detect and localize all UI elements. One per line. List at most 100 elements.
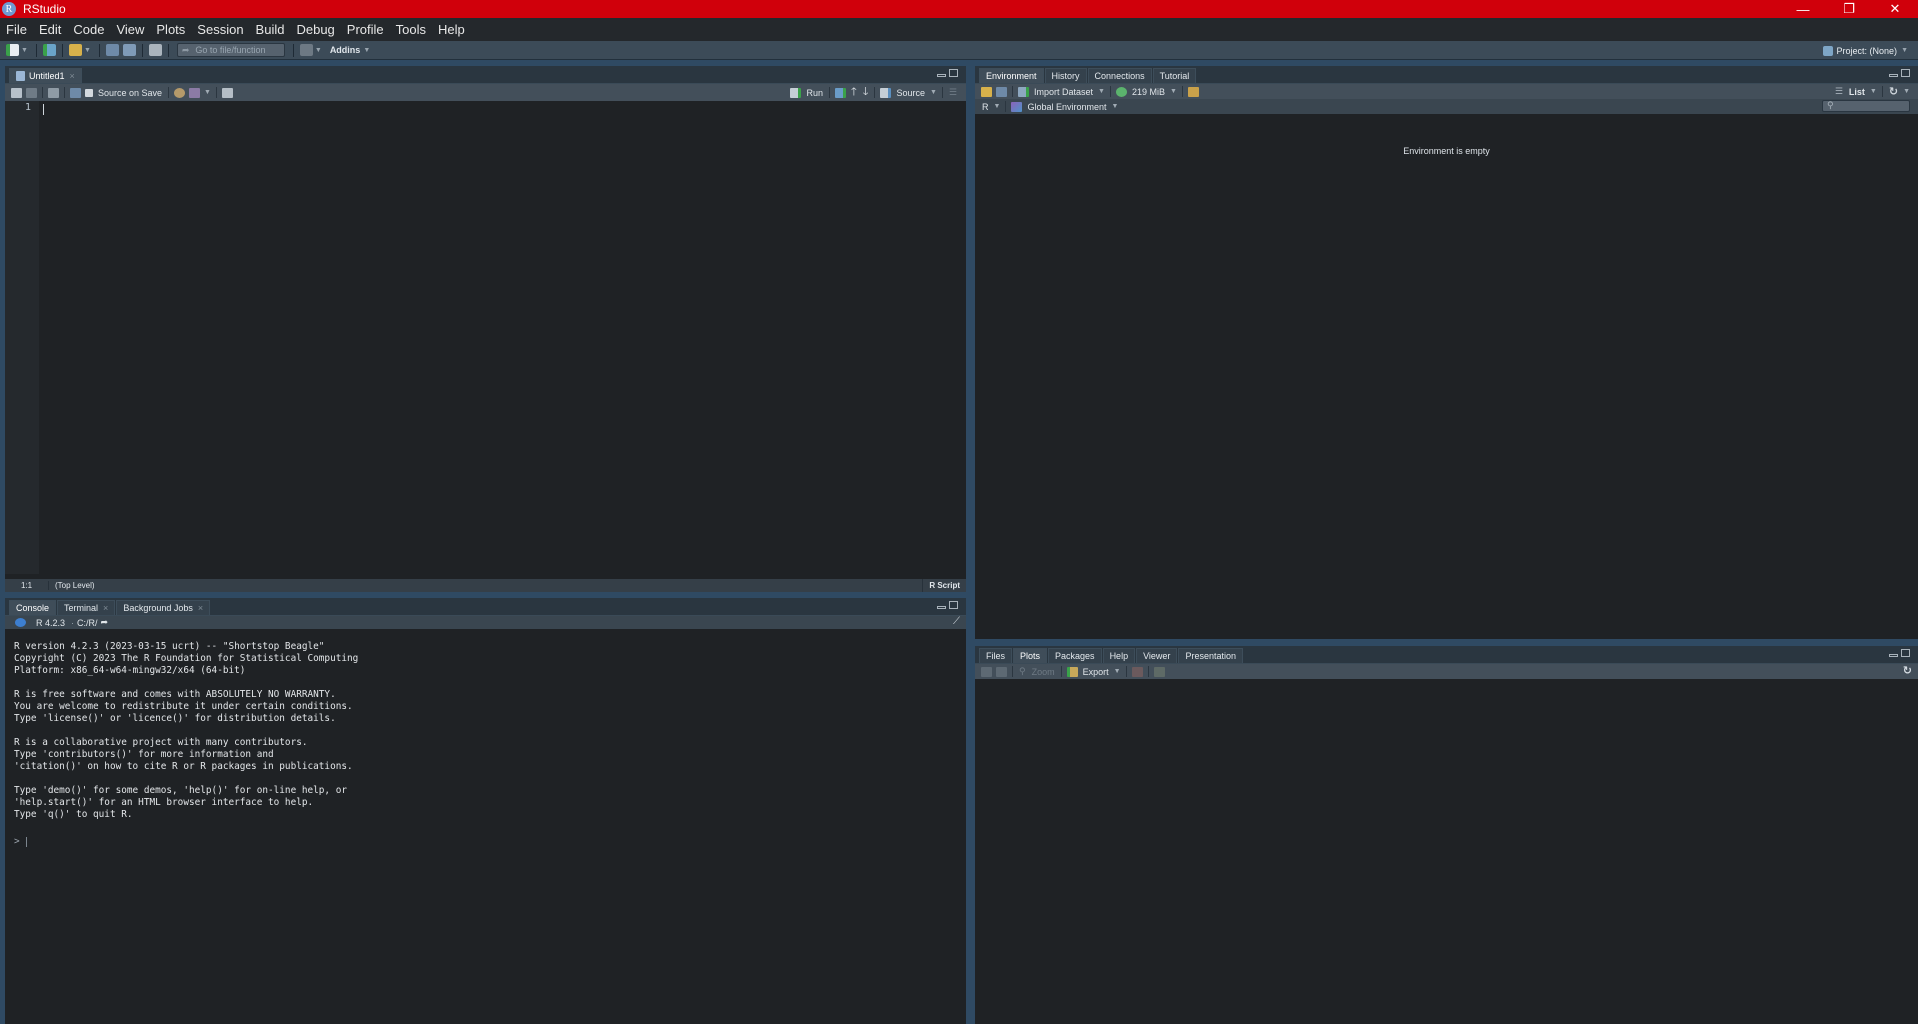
compile-report-icon[interactable] — [221, 87, 233, 98]
previous-plot-icon[interactable] — [981, 666, 992, 677]
new-project-icon[interactable] — [42, 44, 56, 56]
scope-selector[interactable]: (Top Level) — [49, 581, 95, 590]
export-button[interactable]: Export — [1083, 667, 1109, 677]
pane-layout-icon[interactable] — [299, 44, 313, 56]
console-prompt[interactable]: > — [14, 836, 27, 847]
tab-untitled1[interactable]: Untitled1 × — [9, 68, 82, 83]
maximize-pane-icon[interactable] — [949, 601, 958, 609]
restore-button[interactable]: ❐ — [1826, 0, 1872, 18]
close-tab-icon[interactable]: × — [198, 603, 203, 613]
tab-console[interactable]: Console — [9, 600, 57, 615]
source-caret[interactable]: ▼ — [930, 89, 937, 96]
minimize-button[interactable]: — — [1780, 0, 1826, 18]
menu-tools[interactable]: Tools — [396, 22, 426, 37]
environment-scope-selector[interactable]: Global Environment — [1027, 102, 1106, 112]
minimize-pane-icon[interactable] — [937, 606, 946, 609]
show-in-window-icon[interactable] — [48, 87, 59, 98]
refresh-caret[interactable]: ▼ — [1903, 88, 1910, 95]
save-icon[interactable] — [105, 44, 119, 56]
import-dataset-icon[interactable] — [1018, 86, 1029, 97]
import-dataset-caret[interactable]: ▼ — [1098, 88, 1105, 95]
menu-debug[interactable]: Debug — [296, 22, 334, 37]
forward-arrow-icon[interactable] — [26, 87, 37, 98]
source-button[interactable]: Source — [896, 88, 925, 98]
close-button[interactable]: ✕ — [1872, 0, 1918, 18]
clear-console-broom-icon[interactable]: ⟋ — [953, 616, 960, 627]
new-file-icon[interactable] — [6, 44, 19, 56]
menu-file[interactable]: File — [6, 22, 27, 37]
tab-packages[interactable]: Packages — [1048, 648, 1102, 663]
tab-presentation[interactable]: Presentation — [1178, 648, 1243, 663]
go-to-file-input[interactable]: ➦ Go to file/function — [176, 43, 285, 57]
load-workspace-icon[interactable] — [981, 86, 992, 97]
menu-plots[interactable]: Plots — [156, 22, 185, 37]
menu-profile[interactable]: Profile — [347, 22, 384, 37]
pane-layout-caret[interactable]: ▼ — [315, 47, 322, 54]
tab-tutorial[interactable]: Tutorial — [1152, 68, 1197, 83]
memory-caret[interactable]: ▼ — [1170, 88, 1177, 95]
menu-help[interactable]: Help — [438, 22, 465, 37]
project-menu[interactable]: Project: (None) ▼ — [1822, 41, 1912, 60]
language-selector[interactable]: R — [982, 102, 989, 112]
tab-plots[interactable]: Plots — [1013, 648, 1048, 663]
language-caret[interactable]: ▼ — [994, 103, 1001, 110]
close-tab-icon[interactable]: × — [103, 603, 108, 613]
find-replace-icon[interactable] — [174, 87, 186, 98]
menu-session[interactable]: Session — [197, 22, 243, 37]
clear-workspace-broom-icon[interactable] — [1187, 86, 1199, 97]
run-button[interactable]: Run — [806, 88, 823, 98]
refresh-icon[interactable]: ↻ — [1889, 85, 1898, 98]
working-directory[interactable]: C:/R/ — [77, 618, 98, 628]
environment-search-input[interactable]: ⚲ — [1822, 100, 1910, 112]
source-on-save-checkbox[interactable] — [85, 88, 93, 97]
tab-help[interactable]: Help — [1102, 648, 1136, 663]
refresh-plot-icon[interactable]: ↻ — [1903, 664, 1912, 677]
run-icon[interactable] — [790, 87, 802, 98]
save-all-icon[interactable] — [122, 44, 136, 56]
code-tools-caret[interactable]: ▼ — [204, 89, 211, 96]
minimize-pane-icon[interactable] — [1889, 654, 1898, 657]
memory-usage-label[interactable]: 219 MiB — [1132, 87, 1165, 97]
menu-build[interactable]: Build — [256, 22, 285, 37]
maximize-pane-icon[interactable] — [949, 69, 958, 77]
addins-button[interactable]: Addins — [330, 45, 361, 55]
print-icon[interactable] — [148, 44, 162, 56]
save-document-icon[interactable] — [70, 87, 81, 98]
file-type-selector[interactable]: R Script — [922, 579, 966, 592]
export-caret[interactable]: ▼ — [1114, 668, 1121, 675]
code-editor[interactable] — [39, 101, 966, 574]
go-to-next-section-icon[interactable]: 🡓 — [863, 83, 869, 102]
open-folder-icon[interactable] — [68, 44, 82, 56]
save-workspace-icon[interactable] — [996, 86, 1007, 97]
menu-edit[interactable]: Edit — [39, 22, 61, 37]
new-file-dropdown-caret[interactable]: ▼ — [21, 47, 28, 54]
minimize-pane-icon[interactable] — [1889, 74, 1898, 77]
tab-history[interactable]: History — [1044, 68, 1087, 83]
remove-plot-icon[interactable] — [1131, 666, 1143, 677]
go-to-previous-section-icon[interactable]: 🡑 — [851, 83, 857, 102]
back-arrow-icon[interactable] — [11, 87, 22, 98]
maximize-pane-icon[interactable] — [1901, 649, 1910, 657]
source-icon[interactable] — [880, 87, 892, 98]
tab-terminal[interactable]: Terminal × — [57, 600, 116, 615]
open-recent-caret[interactable]: ▼ — [84, 47, 91, 54]
maximize-pane-icon[interactable] — [1901, 69, 1910, 77]
menu-view[interactable]: View — [116, 22, 144, 37]
clear-all-plots-broom-icon[interactable] — [1153, 666, 1165, 677]
import-dataset-button[interactable]: Import Dataset — [1034, 87, 1093, 97]
next-plot-icon[interactable] — [996, 666, 1007, 677]
tab-viewer[interactable]: Viewer — [1136, 648, 1178, 663]
tab-files[interactable]: Files — [979, 648, 1013, 663]
menu-code[interactable]: Code — [73, 22, 104, 37]
code-tools-wand-icon[interactable] — [189, 87, 201, 98]
tab-background-jobs[interactable]: Background Jobs × — [116, 600, 211, 615]
environment-scope-caret[interactable]: ▼ — [1111, 103, 1118, 110]
go-to-directory-icon[interactable]: ➦ — [101, 617, 109, 628]
addins-caret[interactable]: ▼ — [363, 47, 370, 54]
rerun-icon[interactable] — [834, 87, 846, 98]
view-mode-caret[interactable]: ▼ — [1870, 88, 1877, 95]
document-outline-icon[interactable]: ☰ — [949, 87, 957, 98]
zoom-button[interactable]: Zoom — [1032, 667, 1055, 677]
view-mode-selector[interactable]: List — [1849, 87, 1865, 97]
close-tab-icon[interactable]: × — [70, 71, 75, 81]
